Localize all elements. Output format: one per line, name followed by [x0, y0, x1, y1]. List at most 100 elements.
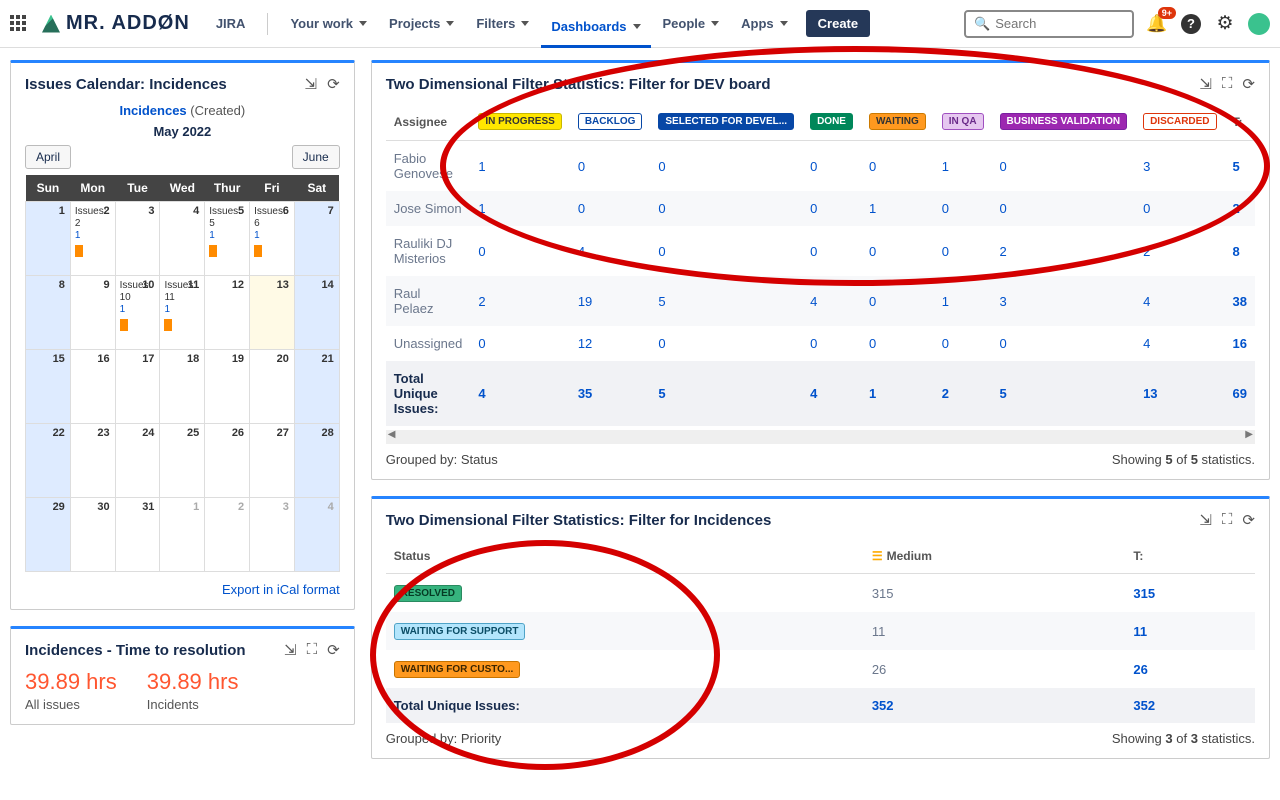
avatar-icon[interactable]	[1248, 13, 1270, 35]
col-inprogress[interactable]: IN PROGRESS	[478, 113, 561, 130]
stat-link[interactable]: 1	[942, 159, 949, 174]
row-total[interactable]: 26	[1125, 650, 1255, 688]
stat-link[interactable]: 0	[1143, 201, 1150, 216]
expand-icon[interactable]: ⛶	[1222, 75, 1233, 93]
assignee-cell[interactable]: Fabio Genovese	[386, 141, 471, 192]
stat-link[interactable]: 4	[810, 294, 817, 309]
cal-day[interactable]: 1	[160, 498, 205, 572]
refresh-icon[interactable]: ⟳	[1242, 511, 1255, 529]
stat-link[interactable]: 0	[869, 336, 876, 351]
stat-link[interactable]: 0	[578, 201, 585, 216]
stat-link[interactable]: 0	[1000, 159, 1007, 174]
stat-link[interactable]: 0	[942, 244, 949, 259]
cal-day[interactable]: 31	[115, 498, 160, 572]
row-total[interactable]: 2	[1225, 191, 1255, 226]
refresh-icon[interactable]: ⟳	[1242, 75, 1255, 93]
stat-link[interactable]: 26	[872, 662, 886, 677]
cal-day[interactable]: 18	[160, 350, 205, 424]
stat-link[interactable]: 0	[810, 201, 817, 216]
stat-link[interactable]: 1	[942, 294, 949, 309]
stat-link[interactable]: 0	[658, 201, 665, 216]
cal-day[interactable]: 28	[294, 424, 339, 498]
cal-day[interactable]: 30	[70, 498, 115, 572]
settings-icon[interactable]	[1214, 13, 1236, 35]
assignee-cell[interactable]: Unassigned	[386, 326, 471, 361]
search-input[interactable]	[995, 16, 1124, 31]
col-waiting[interactable]: WAITING	[869, 113, 926, 130]
row-total[interactable]: 315	[1125, 574, 1255, 613]
stat-link[interactable]: 12	[578, 336, 592, 351]
cal-day[interactable]: 2	[205, 498, 250, 572]
row-total[interactable]: 11	[1125, 612, 1255, 650]
stat-link[interactable]: 1	[478, 201, 485, 216]
brand-logo[interactable]: MR. ADDØN	[42, 12, 190, 35]
cal-day[interactable]: 10Issues: 101	[115, 276, 160, 350]
stat-link[interactable]: 0	[658, 336, 665, 351]
expand-icon[interactable]: ⛶	[1222, 511, 1233, 529]
cal-day[interactable]: 29	[26, 498, 71, 572]
stat-link[interactable]: 2	[1000, 244, 1007, 259]
notifications-icon[interactable]: 9+	[1146, 13, 1168, 35]
refresh-icon[interactable]: ⟳	[327, 75, 340, 93]
stat-link[interactable]: 4	[578, 244, 585, 259]
nav-jira[interactable]: JIRA	[206, 10, 256, 37]
col-bizval[interactable]: BUSINESS VALIDATION	[1000, 113, 1128, 130]
stat-link[interactable]: 0	[869, 294, 876, 309]
cal-day[interactable]: 24	[115, 424, 160, 498]
nav-dashboards[interactable]: Dashboards	[541, 13, 650, 48]
cal-day[interactable]: 9	[70, 276, 115, 350]
stat-link[interactable]: 3	[1143, 159, 1150, 174]
cal-day[interactable]: 4	[294, 498, 339, 572]
stat-link[interactable]: 0	[810, 244, 817, 259]
col-discarded[interactable]: DISCARDED	[1143, 113, 1216, 130]
stat-link[interactable]: 0	[658, 159, 665, 174]
cal-day[interactable]: 3	[250, 498, 295, 572]
col-backlog[interactable]: BACKLOG	[578, 113, 643, 130]
stat-link[interactable]: 0	[869, 244, 876, 259]
cal-day[interactable]: 7	[294, 202, 339, 276]
stat-link[interactable]: 0	[942, 336, 949, 351]
stat-link[interactable]: 1	[478, 159, 485, 174]
nav-apps[interactable]: Apps	[731, 10, 798, 37]
nav-your-work[interactable]: Your work	[280, 10, 377, 37]
status-lozenge[interactable]: WAITING FOR SUPPORT	[394, 623, 526, 640]
cal-day[interactable]: 23	[70, 424, 115, 498]
nav-projects[interactable]: Projects	[379, 10, 464, 37]
cal-day[interactable]: 22	[26, 424, 71, 498]
calendar-prev-button[interactable]: April	[25, 145, 71, 169]
stat-link[interactable]: 19	[578, 294, 592, 309]
col-selected[interactable]: SELECTED FOR DEVEL...	[658, 113, 794, 130]
cal-day[interactable]: 6Issues: 61	[250, 202, 295, 276]
stat-link[interactable]: 2	[478, 294, 485, 309]
create-button[interactable]: Create	[806, 10, 870, 37]
cal-day[interactable]: 1	[26, 202, 71, 276]
stats2-medium-hdr[interactable]: ☰Medium	[864, 539, 1126, 574]
refresh-icon[interactable]: ⟳	[327, 641, 340, 659]
calendar-next-button[interactable]: June	[292, 145, 340, 169]
cal-day[interactable]: 2Issues: 21	[70, 202, 115, 276]
minimize-icon[interactable]: ⇲	[305, 75, 318, 93]
nav-people[interactable]: People	[653, 10, 730, 37]
stat-link[interactable]: 0	[869, 159, 876, 174]
stat-link[interactable]: 4	[1143, 336, 1150, 351]
cal-day[interactable]: 27	[250, 424, 295, 498]
cal-day-today[interactable]: 13	[250, 276, 295, 350]
assignee-cell[interactable]: Raul Pelaez	[386, 276, 471, 326]
apps-menu-icon[interactable]	[10, 15, 28, 33]
cal-day[interactable]: 25	[160, 424, 205, 498]
stat-link[interactable]: 0	[810, 159, 817, 174]
cal-day[interactable]: 19	[205, 350, 250, 424]
expand-icon[interactable]: ⛶	[307, 641, 318, 659]
stat-link[interactable]: 1	[869, 201, 876, 216]
cal-day[interactable]: 12	[205, 276, 250, 350]
cal-day[interactable]: 26	[205, 424, 250, 498]
cal-day[interactable]: 11Issues: 111	[160, 276, 205, 350]
cal-day[interactable]: 3	[115, 202, 160, 276]
calendar-filter-link[interactable]: Incidences	[119, 103, 186, 118]
stat-link[interactable]: 11	[872, 624, 886, 639]
stat-link[interactable]: 2	[1143, 244, 1150, 259]
stat-link[interactable]: 315	[872, 586, 894, 601]
status-lozenge[interactable]: RESOLVED	[394, 585, 462, 602]
search-box[interactable]: 🔍	[964, 10, 1134, 38]
cal-day[interactable]: 16	[70, 350, 115, 424]
